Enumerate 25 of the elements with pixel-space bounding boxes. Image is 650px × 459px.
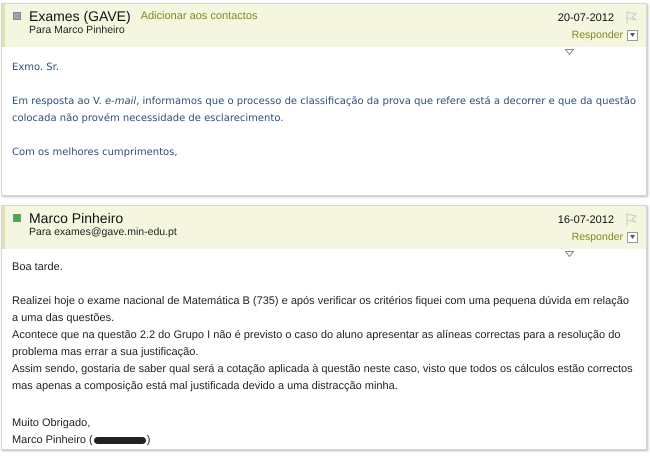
- reply-link[interactable]: Responder: [572, 231, 623, 243]
- sender-name: Exames (GAVE): [29, 8, 131, 24]
- closing-text: Muito Obrigado,: [12, 416, 92, 431]
- expand-icon[interactable]: [565, 49, 574, 55]
- signature-text: Marco Pinheiro (: [12, 433, 93, 448]
- body-text: Acontece que na questão 2.2 do Grupo I não é previsto o caso do aluno apresentar as alíneas correctas para a resolução do problema mas errar a sua justificação.: [12, 328, 622, 360]
- dropdown-button[interactable]: [627, 232, 638, 242]
- message-date: 16-07-2012: [558, 214, 614, 226]
- caret-icon: [630, 235, 635, 239]
- recipient-text: Para Marco Pinheiro: [29, 24, 126, 36]
- body-text: Boa tarde.: [12, 260, 64, 275]
- body-text: Exmo. Sr.: [12, 61, 60, 75]
- body-text: Assim sendo, gostaria de saber qual será a cotação aplicada à questão neste caso, visto que todos os cálculos estão correctos mas apenas a composição está mal justificada devido a uma distracção minha.: [12, 362, 634, 394]
- sender-name: Marco Pinheiro: [29, 210, 124, 226]
- add-contact-link[interactable]: Adicionar aos contactos: [140, 10, 258, 22]
- body-text: Com os melhores cumprimentos,: [12, 146, 179, 160]
- reply-link[interactable]: Responder: [572, 29, 623, 41]
- body-text: Realizei hoje o exame nacional de Matemática B (735) e após verificar os critérios fiquei com uma pequena dúvida em relação a uma das questões.: [12, 294, 630, 326]
- caret-icon: [630, 33, 635, 37]
- message-date: 20-07-2012: [558, 12, 614, 24]
- expand-icon[interactable]: [565, 251, 574, 257]
- signature-text: ): [146, 433, 150, 448]
- recipient-text: Para exames@gave.min-edu.pt: [29, 226, 177, 238]
- body-text: Em resposta ao V. e-mail, informamos que o processo de classificação da prova que refere está a decorrer e que da questão colocada não provém necessidade de esclarecimento.: [12, 95, 636, 126]
- dropdown-button[interactable]: [627, 30, 638, 40]
